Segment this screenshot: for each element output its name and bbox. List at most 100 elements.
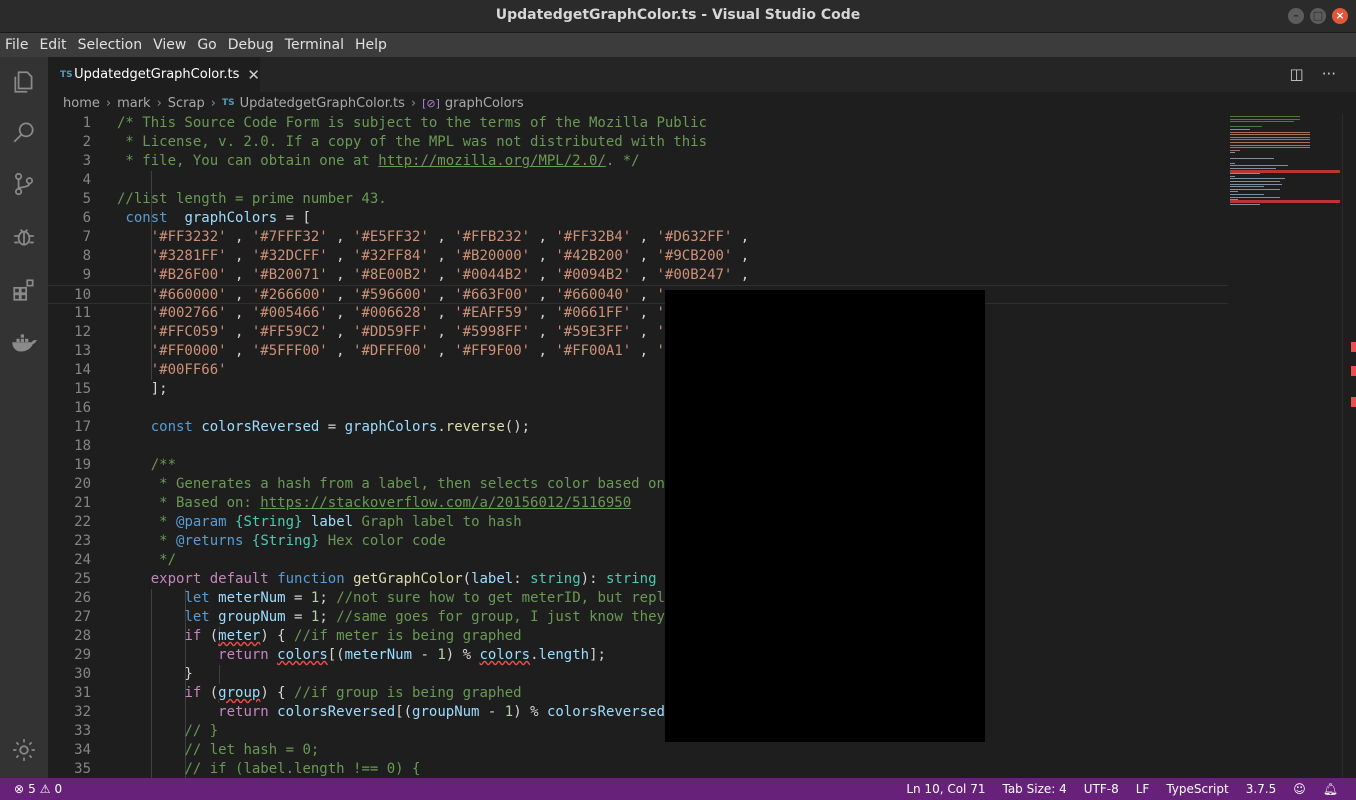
code-line[interactable]: 26 let meterNum = 1; //not sure how to g…	[48, 589, 1228, 608]
code-line[interactable]: 31 if (group) { //if group is being grap…	[48, 684, 1228, 703]
code-line[interactable]: 16	[48, 399, 1228, 418]
error-marker	[1351, 342, 1356, 352]
breadcrumb-home[interactable]: home	[63, 96, 100, 111]
close-window-button[interactable]: ×	[1332, 8, 1348, 24]
code-line[interactable]: 2 * License, v. 2.0. If a copy of the MP…	[48, 133, 1228, 152]
problems-indicator[interactable]: ⊗ 5 ⚠ 0	[14, 782, 62, 796]
code-token: = [	[277, 210, 311, 226]
code-line[interactable]: 1 /* This Source Code Form is subject to …	[48, 114, 1228, 133]
feedback-icon[interactable]: ☺	[1293, 782, 1306, 796]
minimap[interactable]	[1228, 114, 1342, 778]
code-line[interactable]: 8 '#3281FF' , '#32DCFF' , '#32FF84' , '#…	[48, 247, 1228, 266]
tab-active-file[interactable]: TS UpdatedgetGraphColor.ts ✕	[48, 57, 260, 92]
maximize-button[interactable]: □	[1310, 8, 1326, 24]
minimize-button[interactable]: –	[1288, 8, 1304, 24]
source-control-icon[interactable]	[9, 169, 39, 199]
minimap-line	[1230, 196, 1280, 198]
code-line[interactable]: 29 return colors[(meterNum - 1) % colors…	[48, 646, 1228, 665]
code-line[interactable]: 27 let groupNum = 1; //same goes for gro…	[48, 608, 1228, 627]
code-line[interactable]: 12 '#FFC059' , '#FF59C2' , '#DD59FF' , '…	[48, 323, 1228, 342]
code-text: if (group) { //if group is being graphed	[117, 684, 521, 703]
code-line[interactable]: 6 const graphColors = [	[48, 209, 1228, 228]
line-number: 35	[74, 761, 91, 777]
more-actions-icon[interactable]: ···	[1322, 65, 1336, 83]
code-line[interactable]: 7 '#FF3232' , '#7FFF32' , '#E5FF32' , '#…	[48, 228, 1228, 247]
code-line[interactable]: 10 '#660000' , '#266600' , '#596600' , '…	[48, 285, 1228, 305]
code-line[interactable]: 9 '#B26F00' , '#B20071' , '#8E00B2' , '#…	[48, 266, 1228, 285]
menu-terminal[interactable]: Terminal	[280, 37, 350, 53]
breadcrumb-scrap[interactable]: Scrap	[168, 96, 205, 111]
menu-go[interactable]: Go	[192, 37, 222, 53]
notifications-bell-icon[interactable]: 🔔︎	[1323, 782, 1338, 796]
code-token: '#FF0000'	[150, 343, 227, 359]
typescript-file-icon: TS	[221, 98, 235, 108]
code-line[interactable]: 20 * Generates a hash from a label, then…	[48, 475, 1228, 494]
menu-help[interactable]: Help	[350, 37, 393, 53]
code-line[interactable]: 28 if (meter) { //if meter is being grap…	[48, 627, 1228, 646]
breadcrumb-symbol[interactable]: graphColors	[445, 96, 524, 111]
code-line[interactable]: 18	[48, 437, 1228, 456]
chevron-right-icon: ›	[410, 95, 417, 111]
tab-close-icon[interactable]: ✕	[247, 66, 260, 84]
code-line[interactable]: 21 * Based on: https://stackoverflow.com…	[48, 494, 1228, 513]
code-text: ];	[117, 380, 168, 399]
code-line[interactable]: 11 '#002766' , '#005466' , '#006628' , '…	[48, 304, 1228, 323]
language-mode[interactable]: TypeScript	[1166, 782, 1228, 796]
code-token: //if meter is being graphed	[294, 628, 522, 644]
code-line[interactable]: 35 // if (label.length !== 0) {	[48, 760, 1228, 778]
menu-selection[interactable]: Selection	[73, 37, 149, 53]
menu-view[interactable]: View	[148, 37, 192, 53]
code-line[interactable]: 19 /**	[48, 456, 1228, 475]
split-editor-icon[interactable]: ◫	[1290, 65, 1304, 83]
code-token: . */	[605, 153, 640, 169]
line-number: 12	[74, 324, 91, 340]
code-line[interactable]: 30 }	[48, 665, 1228, 684]
code-line[interactable]: 33 // }	[48, 722, 1228, 741]
debug-icon[interactable]	[9, 221, 39, 251]
breadcrumb-mark[interactable]: mark	[117, 96, 151, 111]
code-line[interactable]: 14 '#00FF66'	[48, 361, 1228, 380]
end-of-line[interactable]: LF	[1136, 782, 1150, 796]
code-line[interactable]: 4	[48, 171, 1228, 190]
cursor-position[interactable]: Ln 10, Col 71	[906, 782, 985, 796]
warning-count: 0	[54, 782, 63, 796]
line-number: 15	[74, 381, 91, 397]
vertical-scrollbar[interactable]	[1342, 114, 1356, 778]
menu-edit[interactable]: Edit	[34, 37, 72, 53]
code-line[interactable]: 17 const colorsReversed = graphColors.re…	[48, 418, 1228, 437]
code-line[interactable]: 34 // let hash = 0;	[48, 741, 1228, 760]
code-line[interactable]: 24 */	[48, 551, 1228, 570]
code-token: string	[605, 571, 657, 587]
code-token: '#0094B2'	[555, 267, 632, 283]
code-line[interactable]: 5 //list length = prime number 43.	[48, 190, 1228, 209]
code-editor[interactable]: 1 /* This Source Code Form is subject to …	[48, 114, 1228, 778]
code-line[interactable]: 22 * @param {String} label Graph label t…	[48, 513, 1228, 532]
breadcrumb-file[interactable]: UpdatedgetGraphColor.ts	[240, 96, 405, 111]
docker-icon[interactable]	[9, 327, 39, 357]
settings-gear-icon[interactable]	[9, 735, 39, 765]
line-number: 5	[82, 191, 91, 207]
code-token: '#660000'	[150, 287, 227, 303]
files-icon[interactable]	[9, 67, 39, 97]
code-line[interactable]: 32 return colorsReversed[(groupNum - 1) …	[48, 703, 1228, 722]
line-number: 17	[74, 419, 91, 435]
code-token: * file, You can obtain one at	[117, 153, 379, 169]
code-line[interactable]: 23 * @returns {String} Hex color code	[48, 532, 1228, 551]
code-token: ];	[117, 381, 168, 397]
code-line[interactable]: 25 export default function getGraphColor…	[48, 570, 1228, 589]
code-token: ) %	[445, 647, 480, 663]
tab-size[interactable]: Tab Size: 4	[1002, 782, 1066, 796]
code-token: let	[184, 609, 210, 625]
minimap-line	[1230, 183, 1282, 185]
extensions-icon[interactable]	[9, 275, 39, 305]
typescript-version[interactable]: 3.7.5	[1246, 782, 1277, 796]
code-token: ,	[226, 305, 252, 321]
file-encoding[interactable]: UTF-8	[1084, 782, 1119, 796]
code-line[interactable]: 13 '#FF0000' , '#5FFF00' , '#DFFF00' , '…	[48, 342, 1228, 361]
menu-debug[interactable]: Debug	[223, 37, 280, 53]
menu-file[interactable]: File	[0, 37, 34, 53]
code-line[interactable]: 3 * file, You can obtain one at http://m…	[48, 152, 1228, 171]
code-line[interactable]: 15 ];	[48, 380, 1228, 399]
search-icon[interactable]	[9, 117, 39, 147]
